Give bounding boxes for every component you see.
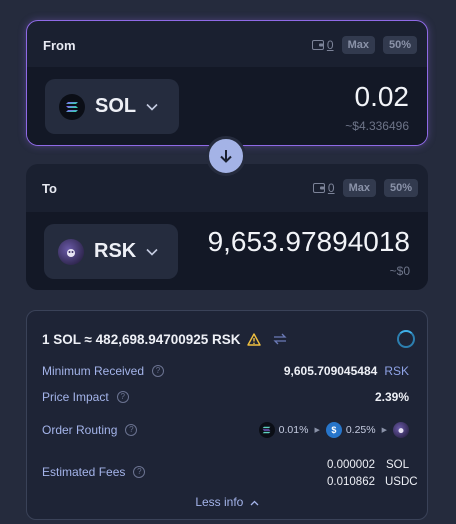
switch-direction-button[interactable] [206,136,246,176]
fee-item: 0.010862 USDC [327,476,418,488]
solana-logo-icon [258,422,275,438]
to-card: To 0 Max 50% RSK 9,653.97894018 ~$0 [26,164,428,290]
swap-rate-icon[interactable] [272,333,287,345]
to-balance[interactable]: 0 [312,181,335,195]
to-title: To [42,180,57,196]
price-impact-row: Price Impact ? 2.39% [42,389,409,405]
order-routing-row: Order Routing ? 0.01% ▶ $ 0.25% ▶ [42,422,409,438]
from-header: From 0 Max 50% [43,35,417,55]
from-balance[interactable]: 0 [311,38,334,52]
estimated-fees-label: Estimated Fees ? [42,465,146,479]
chevron-down-icon [146,248,158,256]
help-icon[interactable]: ? [152,365,165,377]
exchange-rate: 1 SOL ≈ 482,698.94700925 RSK [42,331,241,347]
order-route: 0.01% ▶ $ 0.25% ▶ [258,422,409,438]
from-half-button[interactable]: 50% [382,36,417,54]
from-usd-value: ~$4.336496 [345,119,409,133]
estimated-fees-values: 0.000002 SOL 0.010862 USDC [327,457,418,491]
to-half-button[interactable]: 50% [383,179,418,197]
to-amount-output: 9,653.97894018 [207,226,410,257]
wallet-icon [311,40,324,50]
to-token-symbol: RSK [94,240,137,262]
minimum-received-row: Minimum Received ? 9,605.709045484 RSK [42,363,409,379]
route-fee-2: 0.25% [345,424,376,436]
from-token-symbol: SOL [95,95,137,117]
route-fee-1: 0.01% [278,424,309,436]
to-balance-value: 0 [327,181,335,195]
to-header: To 0 Max 50% [42,178,418,198]
order-routing-label: Order Routing ? [42,423,138,437]
to-tools: 0 Max 50% [312,179,418,197]
route-arrow-icon: ▶ [381,427,387,434]
help-icon[interactable]: ? [133,466,146,478]
from-token-selector[interactable]: SOL [45,79,179,134]
usdc-logo-icon: $ [325,422,342,438]
rsk-logo-icon [58,238,84,265]
swap-widget: From 0 Max 50% SOL 0.02 ~$4.336496 To 0 … [0,0,456,524]
from-card: From 0 Max 50% SOL 0.02 ~$4.336496 [26,20,428,146]
wallet-icon [312,183,325,193]
arrow-down-icon [220,150,232,163]
exchange-rate-row: 1 SOL ≈ 482,698.94700925 RSK [42,329,415,349]
from-title: From [43,37,76,53]
route-arrow-icon: ▶ [314,427,320,434]
chevron-down-icon [146,103,158,111]
price-impact-label: Price Impact ? [42,390,129,404]
warning-icon [246,332,261,346]
less-info-toggle[interactable]: Less info [27,495,427,509]
from-amount-input[interactable]: 0.02 [355,81,410,113]
refresh-quote-icon[interactable] [397,330,415,348]
rsk-logo-icon [393,422,409,438]
solana-logo-icon [59,93,85,120]
from-input-area: SOL 0.02 ~$4.336496 [27,67,427,145]
from-balance-value: 0 [326,38,334,52]
chevron-up-icon [250,500,259,506]
to-usd-value: ~$0 [389,264,410,278]
help-icon[interactable]: ? [125,424,138,436]
fee-item: 0.000002 SOL [327,459,409,471]
minimum-received-value: 9,605.709045484 RSK [283,364,409,378]
price-impact-value: 2.39% [374,390,409,404]
to-max-button[interactable]: Max [342,179,376,197]
minimum-received-label: Minimum Received ? [42,364,165,378]
to-token-selector[interactable]: RSK [44,224,178,279]
to-output-area: RSK 9,653.97894018 ~$0 [26,212,428,290]
swap-details-panel: 1 SOL ≈ 482,698.94700925 RSK Minimum Rec… [26,310,428,520]
help-icon[interactable]: ? [116,391,129,403]
from-max-button[interactable]: Max [341,36,375,54]
from-tools: 0 Max 50% [311,36,417,54]
